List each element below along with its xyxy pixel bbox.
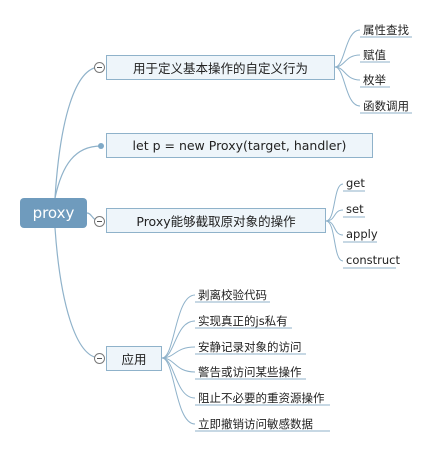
leaf-b4-4[interactable]: 警告或访问某些操作 — [198, 364, 302, 380]
root-node-label: proxy — [32, 204, 75, 222]
leaf-b3-1[interactable]: get — [346, 176, 365, 190]
leaf-b1-2[interactable]: 赋值 — [363, 47, 386, 63]
connector-root-branch-2 — [54, 145, 102, 199]
connector-b1-c4 — [334, 66, 361, 107]
leaf-b1-4[interactable]: 函数调用 — [363, 98, 409, 114]
branch-node-4-label: 应用 — [121, 352, 147, 367]
collapse-toggle-branch-4[interactable] — [94, 353, 105, 364]
leaf-b4-3[interactable]: 安静记录对象的访问 — [198, 339, 302, 355]
branch-node-3-label: Proxy能够截取原对象的操作 — [136, 214, 296, 229]
leaf-b3-3[interactable]: apply — [346, 227, 378, 241]
collapse-toggle-branch-3[interactable] — [94, 216, 105, 227]
leaf-b4-2[interactable]: 实现真正的js私有 — [198, 313, 288, 329]
branch-node-2[interactable]: let p = new Proxy(target, handler) — [106, 133, 373, 158]
branch-node-1-label: 用于定义基本操作的自定义行为 — [132, 61, 308, 76]
leaf-b4-1[interactable]: 剥离校验代码 — [198, 287, 267, 303]
leaf-b1-3[interactable]: 枚举 — [363, 72, 386, 88]
connector-root-branch-1 — [54, 66, 101, 199]
branch-dot-2 — [98, 143, 104, 149]
branch-node-4[interactable]: 应用 — [106, 346, 162, 371]
leaf-b3-4[interactable]: construct — [346, 253, 400, 267]
connector-b4-c6 — [161, 357, 196, 425]
leaf-b1-1[interactable]: 属性查找 — [363, 22, 409, 38]
connector-b3-c3 — [325, 220, 344, 236]
connector-b1-c1 — [334, 29, 361, 68]
branch-node-2-label: let p = new Proxy(target, handler) — [132, 138, 347, 153]
leaf-b4-6[interactable]: 立即撤销访问敏感数据 — [198, 416, 313, 432]
connector-root-branch-4 — [54, 227, 101, 359]
connector-b4-c2 — [161, 320, 196, 359]
branch-node-3[interactable]: Proxy能够截取原对象的操作 — [106, 208, 326, 233]
connector-b4-c1 — [161, 294, 196, 359]
leaf-b4-5[interactable]: 阻止不必要的重资源操作 — [198, 390, 325, 406]
branch-node-1[interactable]: 用于定义基本操作的自定义行为 — [106, 55, 335, 80]
root-node-proxy[interactable]: proxy — [20, 198, 87, 228]
leaf-b3-2[interactable]: set — [346, 202, 364, 216]
connector-b4-c5 — [161, 357, 196, 399]
collapse-toggle-branch-1[interactable] — [94, 62, 105, 73]
